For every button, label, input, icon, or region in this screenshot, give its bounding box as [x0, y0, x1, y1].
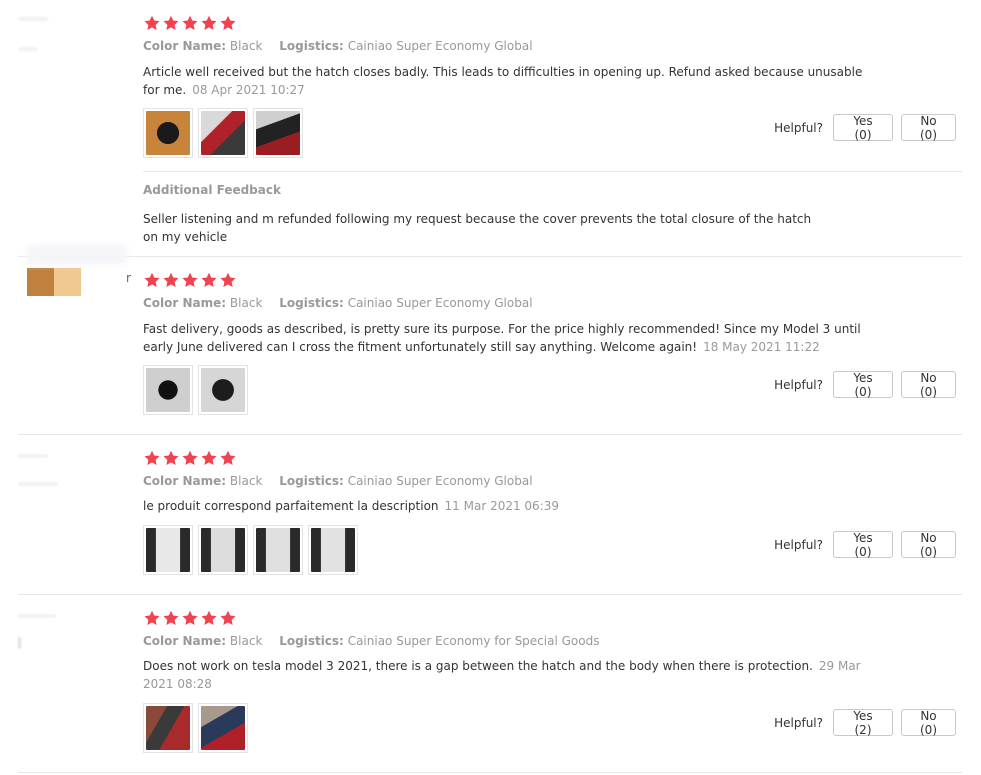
color-name-value: Black: [229, 39, 263, 53]
star-icon: [200, 15, 218, 31]
review-text: Does not work on tesla model 3 2021, the…: [143, 657, 873, 693]
logistics-key: Logistics:: [279, 39, 344, 53]
logistics-value: Cainiao Super Economy Global: [347, 474, 533, 488]
star-icon: [143, 450, 161, 466]
review-photo[interactable]: [253, 108, 303, 158]
star-icon: [162, 272, 180, 288]
review-divider: [18, 772, 962, 773]
order-info: Color Name: Black Logistics: Cainiao Sup…: [143, 39, 533, 53]
reviewer-info: [0, 435, 135, 594]
helpful-vote: Helpful? Yes (0) No (0): [774, 531, 956, 559]
review-photo[interactable]: [143, 108, 193, 158]
star-icon: [162, 450, 180, 466]
avatar: [27, 268, 81, 296]
reviewer-info: [0, 0, 135, 256]
helpful-yes-button[interactable]: Yes (0): [833, 114, 893, 142]
helpful-label: Helpful?: [774, 537, 823, 552]
star-icon: [219, 610, 237, 626]
review-photo[interactable]: [253, 525, 303, 575]
review-text: le produit correspond parfaitement la de…: [143, 497, 873, 515]
logistics-key: Logistics:: [279, 634, 344, 648]
review-date: 11 Mar 2021 06:39: [444, 499, 560, 513]
color-name-value: Black: [229, 634, 263, 648]
divider: [143, 171, 962, 172]
star-icon: [181, 15, 199, 31]
star-icon: [143, 272, 161, 288]
logistics-value: Cainiao Super Economy Global: [347, 296, 533, 310]
helpful-yes-button[interactable]: Yes (0): [833, 371, 893, 399]
logistics-value: Cainiao Super Economy for Special Goods: [347, 634, 600, 648]
order-info: Color Name: Black Logistics: Cainiao Sup…: [143, 296, 533, 310]
star-icon: [219, 450, 237, 466]
review-photo[interactable]: [198, 365, 248, 415]
review-photos: [143, 525, 358, 575]
star-icon: [162, 610, 180, 626]
helpful-label: Helpful?: [774, 377, 823, 392]
star-rating: [143, 272, 237, 288]
color-name-value: Black: [229, 296, 263, 310]
review-photos: [143, 108, 303, 158]
helpful-vote: Helpful? Yes (2) No (0): [774, 709, 956, 737]
color-name-value: Black: [229, 474, 263, 488]
review-photo[interactable]: [198, 703, 248, 753]
star-icon: [181, 272, 199, 288]
review-text: Fast delivery, goods as described, is pr…: [143, 320, 873, 356]
star-icon: [143, 15, 161, 31]
review-photo[interactable]: [143, 365, 193, 415]
star-icon: [181, 610, 199, 626]
review-photos: [143, 703, 248, 753]
star-rating: [143, 15, 237, 31]
order-info: Color Name: Black Logistics: Cainiao Sup…: [143, 474, 533, 488]
review-date: 18 May 2021 11:22: [703, 340, 820, 354]
helpful-no-button[interactable]: No (0): [901, 531, 956, 559]
review-date: 08 Apr 2021 10:27: [192, 83, 305, 97]
review-body: Does not work on tesla model 3 2021, the…: [143, 659, 813, 673]
reviewer-name: r: [126, 271, 131, 285]
review-body: le produit correspond parfaitement la de…: [143, 499, 439, 513]
star-rating: [143, 450, 237, 466]
logistics-key: Logistics:: [279, 474, 344, 488]
color-name-key: Color Name:: [143, 39, 227, 53]
helpful-no-button[interactable]: No (0): [901, 709, 956, 737]
review-photos: [143, 365, 248, 415]
review-text: Article well received but the hatch clos…: [143, 63, 873, 99]
review-item: Color Name: Black Logistics: Cainiao Sup…: [0, 595, 981, 773]
reviewer-info: [0, 595, 135, 773]
review-item: Color Name: Black Logistics: Cainiao Sup…: [0, 0, 981, 257]
review-photo[interactable]: [143, 525, 193, 575]
review-photo[interactable]: [198, 108, 248, 158]
logistics-key: Logistics:: [279, 296, 344, 310]
helpful-vote: Helpful? Yes (0) No (0): [774, 114, 956, 142]
helpful-no-button[interactable]: No (0): [901, 371, 956, 399]
star-icon: [143, 610, 161, 626]
review-photo[interactable]: [198, 525, 248, 575]
helpful-label: Helpful?: [774, 715, 823, 730]
helpful-no-button[interactable]: No (0): [901, 114, 956, 142]
helpful-yes-button[interactable]: Yes (2): [833, 709, 893, 737]
star-icon: [200, 272, 218, 288]
additional-feedback-text: Seller listening and m refunded followin…: [143, 212, 812, 244]
star-icon: [200, 450, 218, 466]
order-info: Color Name: Black Logistics: Cainiao Sup…: [143, 634, 599, 648]
review-photo[interactable]: [143, 703, 193, 753]
star-rating: [143, 610, 237, 626]
additional-feedback-title: Additional Feedback: [143, 183, 281, 197]
color-name-key: Color Name:: [143, 474, 227, 488]
color-name-key: Color Name:: [143, 296, 227, 310]
star-icon: [181, 450, 199, 466]
review-item: Color Name: Black Logistics: Cainiao Sup…: [0, 435, 981, 595]
review-photo[interactable]: [308, 525, 358, 575]
helpful-vote: Helpful? Yes (0) No (0): [774, 371, 956, 399]
review-item: r Color Name: Black Logistics: Cainiao S…: [0, 245, 981, 435]
logistics-value: Cainiao Super Economy Global: [347, 39, 533, 53]
color-name-key: Color Name:: [143, 634, 227, 648]
star-icon: [200, 610, 218, 626]
star-icon: [162, 15, 180, 31]
star-icon: [219, 15, 237, 31]
helpful-label: Helpful?: [774, 120, 823, 135]
helpful-yes-button[interactable]: Yes (0): [833, 531, 893, 559]
star-icon: [219, 272, 237, 288]
reviewer-info: r: [0, 245, 135, 434]
